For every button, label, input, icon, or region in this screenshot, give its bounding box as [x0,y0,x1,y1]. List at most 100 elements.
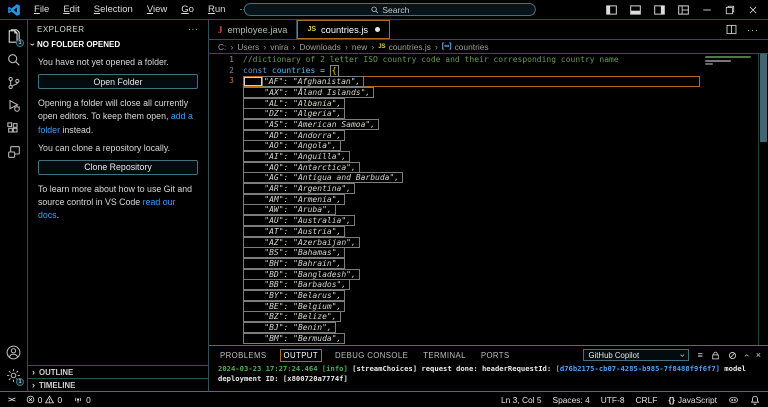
line-number: 2 [209,66,243,77]
minimize-icon[interactable] [702,5,712,15]
code-line[interactable]: "AD": "Andorra", [209,130,700,141]
code-line[interactable]: "AU": "Australia", [209,215,700,226]
language-indicator[interactable]: {} JavaScript [668,395,717,405]
outline-section[interactable]: › OUTLINE [28,365,208,378]
breadcrumb-separator: › [371,42,374,52]
panel-tab-terminal[interactable]: TERMINAL [421,350,468,361]
restore-icon[interactable] [725,5,735,15]
code-line[interactable]: "AT": "Austria", [209,226,700,237]
code-line[interactable]: "BS": "Bahamas", [209,247,700,258]
split-editor-icon[interactable] [726,24,737,35]
open-folder-button[interactable]: Open Folder [38,74,198,89]
run-and-debug-icon[interactable] [0,94,27,117]
breadcrumb-item-countriesjs[interactable]: JScountries.js [378,42,431,52]
breadcrumb: C:›Users›vnira›Downloads›new›JScountries… [209,40,768,54]
code-line[interactable]: 3"AF": "Afghanistan", [209,76,700,87]
ghost-text: "AW": "Aruba", [243,204,336,215]
close-panel-icon[interactable]: × [756,351,761,360]
code-line[interactable]: "AG": "Antigua and Barbuda", [209,173,700,184]
accounts-icon[interactable] [0,341,27,364]
search-input[interactable]: Search [244,3,536,16]
ghost-text: "BJ": "Benin", [243,322,336,333]
panel-tab-problems[interactable]: PROBLEMS [218,350,269,361]
output-channel-select[interactable]: GitHub Copilot › [583,349,689,361]
code-line[interactable]: "BD": "Bangladesh", [209,269,700,280]
remote-explorer-icon[interactable] [0,140,27,163]
toggle-panel-icon[interactable] [630,5,641,15]
toggle-secondary-sidebar-icon[interactable] [654,5,665,15]
code-line[interactable]: "BB": "Barbados", [209,279,700,290]
chevron-down-icon: › [678,354,687,357]
menu-edit[interactable]: Edit [56,4,86,15]
tab-countries.js[interactable]: JScountries.js [297,20,390,39]
lock-icon[interactable] [711,351,720,360]
code-line[interactable]: "AI": "Anguilla", [209,151,700,162]
symbol-object-icon: [∞] [442,43,452,50]
code-line[interactable]: "AX": "Åland Islands", [209,87,700,98]
code-line[interactable]: "AL": "Albania", [209,98,700,109]
panel-tab-debug-console[interactable]: DEBUG CONSOLE [333,350,410,361]
status-crlf[interactable]: CRLF [635,395,657,405]
toggle-sidebar-icon[interactable] [606,5,617,15]
customize-layout-icon[interactable] [678,5,689,15]
status-ln[interactable]: Ln 3, Col 5 [501,395,542,405]
code-line[interactable]: 1//dictionary of 2 letter ISO country co… [209,55,700,66]
panel-tab-output[interactable]: OUTPUT [280,349,322,362]
breadcrumb-item-countries[interactable]: [∞]countries [442,42,489,52]
problems-indicator[interactable]: 0 0 [26,395,62,405]
menu-view[interactable]: View [140,4,174,15]
activity-bar: 1 1 [0,20,28,391]
extensions-icon[interactable] [0,117,27,140]
panel-tab-ports[interactable]: PORTS [479,350,512,361]
filter-icon[interactable]: ≡ [697,351,702,360]
code-line[interactable]: 2const countries = { [209,66,700,77]
scrollbar-thumb[interactable] [760,54,767,142]
code-line[interactable]: "AW": "Aruba", [209,205,700,216]
breadcrumb-item-C[interactable]: C: [218,42,226,52]
editor-scrollbar[interactable] [758,54,768,345]
code-line[interactable]: "AR": "Argentina", [209,183,700,194]
copilot-status-icon[interactable] [728,395,739,405]
menu-selection[interactable]: Selection [87,4,140,15]
clear-output-icon[interactable] [728,351,737,360]
breadcrumb-item-new[interactable]: new [352,42,367,52]
minimap[interactable] [703,54,758,345]
code-line[interactable]: "BY": "Belarus", [209,290,700,301]
ports-indicator[interactable]: 0 [73,395,91,405]
clone-repository-button[interactable]: Clone Repository [38,160,198,175]
breadcrumb-item-Downloads[interactable]: Downloads [299,42,340,52]
section-no-folder-opened[interactable]: › NO FOLDER OPENED [28,38,208,51]
tab-employee.java[interactable]: Jemployee.java [209,20,297,39]
sidebar-more-icon[interactable]: ··· [188,25,199,34]
explorer-icon[interactable]: 1 [0,25,27,48]
breadcrumb-item-Users[interactable]: Users [237,42,259,52]
code-line[interactable]: "AZ": "Azerbaijan", [209,237,700,248]
status-utf-8[interactable]: UTF-8 [601,395,625,405]
maximize-panel-icon[interactable]: › [742,354,751,357]
code-line[interactable]: "BZ": "Belize", [209,312,700,323]
code-line[interactable]: "DZ": "Algeria", [209,108,700,119]
notifications-bell-icon[interactable] [750,395,760,405]
settings-gear-icon[interactable]: 1 [0,364,27,387]
code-line[interactable]: "AQ": "Antarctica", [209,162,700,173]
code-line[interactable]: "AO": "Angola", [209,141,700,152]
remote-indicator[interactable]: >< [8,395,15,404]
close-icon[interactable] [748,5,758,15]
menu-file[interactable]: File [27,4,56,15]
code-line[interactable]: "BE": "Belgium", [209,301,700,312]
status-spaces[interactable]: Spaces: 4 [553,395,590,405]
code-line[interactable]: "AM": "Armenia", [209,194,700,205]
code-editor[interactable]: 1//dictionary of 2 letter ISO country co… [209,54,768,345]
breadcrumb-item-vnira[interactable]: vnira [270,42,288,52]
menu-run[interactable]: Run [201,4,232,15]
code-line[interactable]: "BH": "Bahrain", [209,258,700,269]
modified-dot-icon[interactable] [375,27,380,32]
source-control-icon[interactable] [0,71,27,94]
search-view-icon[interactable] [0,48,27,71]
editor-more-actions-icon[interactable]: ··· [747,25,759,35]
code-line[interactable]: "BM": "Bermuda", [209,333,700,344]
menu-go[interactable]: Go [174,4,201,15]
code-line[interactable]: "BJ": "Benin", [209,322,700,333]
code-line[interactable]: "AS": "American Samoa", [209,119,700,130]
timeline-section[interactable]: › TIMELINE [28,378,208,391]
